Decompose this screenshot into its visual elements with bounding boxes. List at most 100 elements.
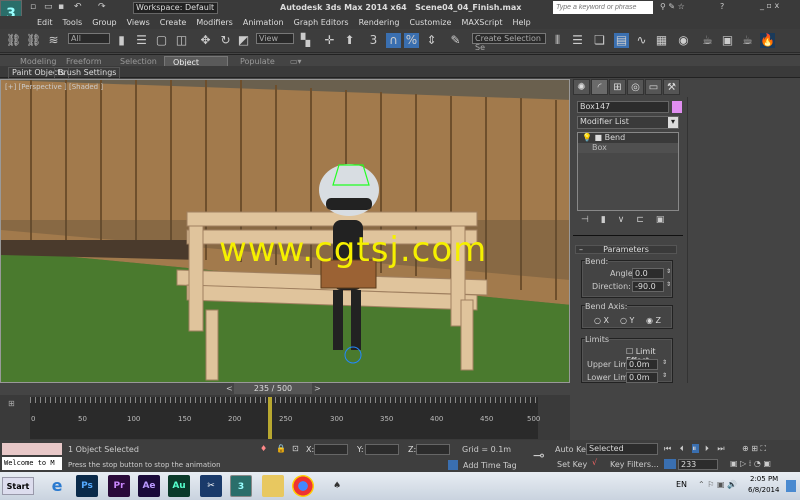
language-indicator[interactable]: EN [676, 480, 687, 489]
time-slider[interactable]: 235 / 500 [234, 383, 312, 394]
direction-spinner[interactable]: ⇕ [666, 281, 671, 288]
menu-customize[interactable]: Customize [404, 16, 456, 29]
isolate-icon[interactable]: ♦ [260, 444, 267, 453]
key-mode-dropdown[interactable]: Selected [586, 443, 658, 455]
pivot-center-icon[interactable]: ▚ [298, 33, 313, 48]
bind-space-warp-icon[interactable]: ≋ [46, 33, 61, 48]
save-icon[interactable]: ▪ [58, 2, 68, 12]
add-time-tag-button[interactable]: Add Time Tag [463, 461, 517, 470]
mirror-icon[interactable]: ⫴ [550, 33, 565, 48]
snaps-toggle[interactable]: 3 [366, 33, 381, 48]
angle-snap-icon[interactable]: ∩ [386, 33, 401, 48]
menu-graph-editors[interactable]: Graph Editors [289, 16, 354, 29]
lock-selection-icon[interactable]: 🔒 [276, 444, 286, 453]
window-controls[interactable]: _ ▫ x [760, 1, 779, 10]
help-icon[interactable]: ? [720, 2, 724, 11]
absolute-mode-icon[interactable]: ⊡ [292, 444, 299, 453]
menu-tools[interactable]: Tools [58, 16, 88, 29]
scale-icon[interactable]: ◩ [236, 33, 251, 48]
unlink-icon[interactable]: ⛓ [26, 33, 41, 48]
new-icon[interactable]: ▫ [30, 2, 40, 12]
menu-help[interactable]: Help [508, 16, 536, 29]
link-icon[interactable]: ⛓ [6, 33, 21, 48]
modify-tab-icon[interactable]: ◜ [591, 79, 608, 95]
start-button[interactable]: Start [2, 477, 34, 495]
perspective-viewport[interactable]: [+] [Perspective ] [Shaded ] www.cgtsj.c… [0, 79, 570, 383]
named-selection-set-dropdown[interactable]: Create Selection Se [472, 33, 546, 52]
key-mode-toggle-icon[interactable] [664, 459, 676, 469]
create-tab-icon[interactable]: ✺ [573, 79, 590, 95]
upper-limit-input[interactable]: 0.0m [626, 359, 658, 370]
object-color-swatch[interactable] [672, 101, 682, 113]
stack-tools-icons[interactable]: ⊣▮∨⊏▣ [581, 215, 676, 225]
layer-manager-icon[interactable]: ❏ [592, 33, 607, 48]
show-desktop-button[interactable] [786, 480, 796, 492]
modifier-list-dropdown[interactable]: Modifier List ▾ [577, 116, 679, 129]
binoculars-icon[interactable]: ⚲ ✎ ☆ [660, 2, 685, 11]
premiere-icon[interactable]: Pr [108, 475, 130, 497]
curve-editor-mini-icon[interactable]: ⊞ [8, 399, 15, 408]
parameters-rollout-header[interactable]: – Parameters [575, 245, 677, 254]
playback-controls[interactable]: ⏮ ⏴ ⏸ ⏵ ⏭ [664, 444, 728, 454]
material-editor-icon[interactable]: ◉ [676, 33, 691, 48]
select-object-icon[interactable]: ▮ [114, 33, 129, 48]
x-coordinate-input[interactable] [314, 444, 348, 455]
zoom-icons[interactable]: ⊕ ⊞ ⛶ [742, 444, 766, 454]
file-explorer-icon[interactable] [262, 475, 284, 497]
lower-limit-spinner[interactable]: ⇕ [662, 372, 667, 379]
clock-time[interactable]: 2:05 PM [750, 475, 778, 483]
maxscript-listener-top[interactable] [2, 443, 62, 455]
align-icon[interactable]: ☰ [570, 33, 585, 48]
app-icon[interactable]: ✂ [200, 475, 222, 497]
brush-settings-button[interactable]: Brush Settings [54, 67, 121, 79]
3ds-max-icon[interactable]: 3 [230, 475, 252, 497]
redo-icon[interactable]: ↷ [98, 2, 108, 12]
timeline-track[interactable]: 0 50 100 150 200 250 300 350 400 450 500 [30, 397, 540, 439]
time-tag-icon[interactable] [448, 460, 458, 470]
audition-icon[interactable]: Au [168, 475, 190, 497]
selection-filter-dropdown[interactable]: All [68, 33, 110, 44]
edit-named-selection-icon[interactable]: ✎ [448, 33, 463, 48]
y-coordinate-input[interactable] [365, 444, 399, 455]
viewport-label[interactable]: [+] [Perspective ] [Shaded ] [5, 83, 103, 91]
undo-icon[interactable]: ↶ [74, 2, 84, 12]
spinner-snap-icon[interactable]: ⇕ [424, 33, 439, 48]
axis-z-radio[interactable]: ◉ Z [646, 316, 661, 325]
axis-y-radio[interactable]: ○ Y [620, 316, 634, 325]
curve-editor-icon[interactable]: ∿ [634, 33, 649, 48]
track-bar[interactable]: ⊞ 0 50 100 150 200 250 300 350 400 450 5… [0, 395, 570, 440]
set-key-button[interactable]: Set Key [557, 460, 587, 469]
z-coordinate-input[interactable] [416, 444, 450, 455]
current-frame-marker[interactable] [268, 397, 272, 439]
render-setup-icon[interactable]: ☕ [700, 33, 715, 48]
rotate-icon[interactable]: ↻ [218, 33, 233, 48]
render-iterative-icon[interactable]: 🔥 [760, 33, 775, 48]
menu-rendering[interactable]: Rendering [354, 16, 405, 29]
rendered-frame-window-icon[interactable]: ▣ [720, 33, 735, 48]
workspace-dropdown[interactable]: Workspace: Default [133, 2, 218, 14]
utilities-tab-icon[interactable]: ⚒ [663, 79, 680, 95]
internet-explorer-icon[interactable]: e [46, 475, 68, 497]
open-icon[interactable]: ▭ [44, 2, 54, 12]
menu-modifiers[interactable]: Modifiers [191, 16, 238, 29]
prev-frame-button[interactable]: < [226, 384, 233, 393]
lower-limit-input[interactable]: 0.0m [626, 372, 658, 383]
schematic-view-icon[interactable]: ▦ [654, 33, 669, 48]
axis-x-radio[interactable]: ○ X [594, 316, 609, 325]
search-input[interactable] [553, 1, 653, 14]
direction-input[interactable]: -90.0 [632, 281, 664, 292]
after-effects-icon[interactable]: Ae [138, 475, 160, 497]
menu-views[interactable]: Views [122, 16, 155, 29]
scene-explorer-icon[interactable]: ▤ [614, 33, 629, 48]
stack-item-bend[interactable]: 💡 ■ Bend [578, 133, 678, 143]
key-curve-icon[interactable]: √ [592, 458, 597, 467]
object-name-field[interactable]: Box147 [577, 101, 669, 113]
rectangular-selection-icon[interactable]: ▢ [154, 33, 169, 48]
reference-coord-dropdown[interactable]: View [256, 33, 294, 44]
app-icon[interactable]: ♠ [326, 475, 348, 497]
manipulate-icon[interactable]: ✛ [322, 33, 337, 48]
menu-edit[interactable]: Edit [32, 16, 58, 29]
menu-maxscript[interactable]: MAXScript [456, 16, 507, 29]
clock-date[interactable]: 6/8/2014 [748, 486, 779, 494]
time-config-icons[interactable]: ▣ ▷ ⁞ ◔ ▣ [730, 459, 771, 468]
